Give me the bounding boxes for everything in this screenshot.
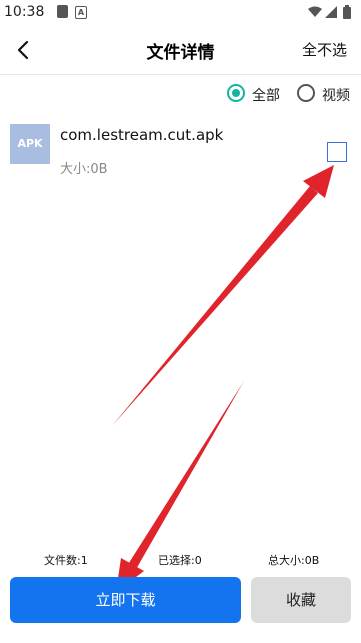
gallery-icon [57, 5, 68, 18]
file-count: 文件数:1 [44, 554, 88, 567]
wifi-icon [308, 6, 322, 17]
deselect-all-button[interactable]: 全不选 [302, 39, 347, 60]
filter-row: 全部 视频 [0, 82, 361, 108]
file-size: 大小:0B [60, 162, 108, 177]
apk-file-icon: APK [10, 124, 50, 164]
battery-icon [343, 5, 351, 19]
header-bar: 文件详情 全不选 [0, 24, 361, 75]
signal-icon [325, 6, 337, 18]
stats-row: 文件数:1 已选择:0 总大小:0B [0, 552, 361, 568]
download-button[interactable]: 立即下载 [10, 577, 241, 623]
file-checkbox[interactable] [327, 142, 347, 162]
radio-video[interactable] [297, 84, 315, 102]
status-bar: 10:38 A [0, 0, 361, 24]
arrow-to-checkbox [112, 165, 334, 426]
total-size: 总大小:0B [268, 554, 320, 567]
favorite-button[interactable]: 收藏 [251, 577, 351, 623]
list-item[interactable]: APK com.lestream.cut.apk 大小:0B [0, 118, 361, 178]
a-icon: A [75, 6, 87, 19]
file-name: com.lestream.cut.apk [60, 126, 224, 144]
selected-count: 已选择:0 [158, 554, 202, 567]
radio-all[interactable] [227, 84, 245, 102]
radio-video-label[interactable]: 视频 [322, 85, 350, 105]
status-time: 10:38 [4, 4, 45, 20]
radio-all-label[interactable]: 全部 [252, 85, 280, 105]
